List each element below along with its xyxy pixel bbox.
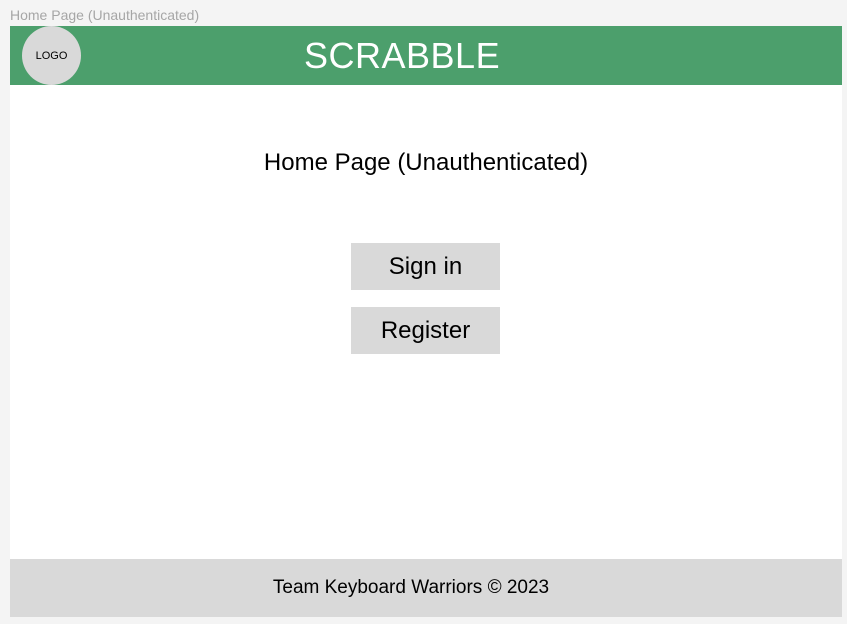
sign-in-button[interactable]: Sign in bbox=[351, 243, 500, 290]
frame-label: Home Page (Unauthenticated) bbox=[10, 7, 200, 23]
page-title: Home Page (Unauthenticated) bbox=[263, 149, 589, 176]
footer-text: Team Keyboard Warriors © 2023 bbox=[272, 577, 550, 598]
page-frame: LOGO SCRABBLE Home Page (Unauthenticated… bbox=[10, 26, 842, 617]
header-bar: LOGO SCRABBLE bbox=[10, 26, 842, 85]
register-button[interactable]: Register bbox=[351, 307, 500, 354]
logo-text: LOGO bbox=[35, 49, 68, 62]
footer: Team Keyboard Warriors © 2023 bbox=[10, 559, 842, 617]
logo[interactable]: LOGO bbox=[22, 26, 81, 85]
app-title: SCRABBLE bbox=[304, 35, 501, 76]
